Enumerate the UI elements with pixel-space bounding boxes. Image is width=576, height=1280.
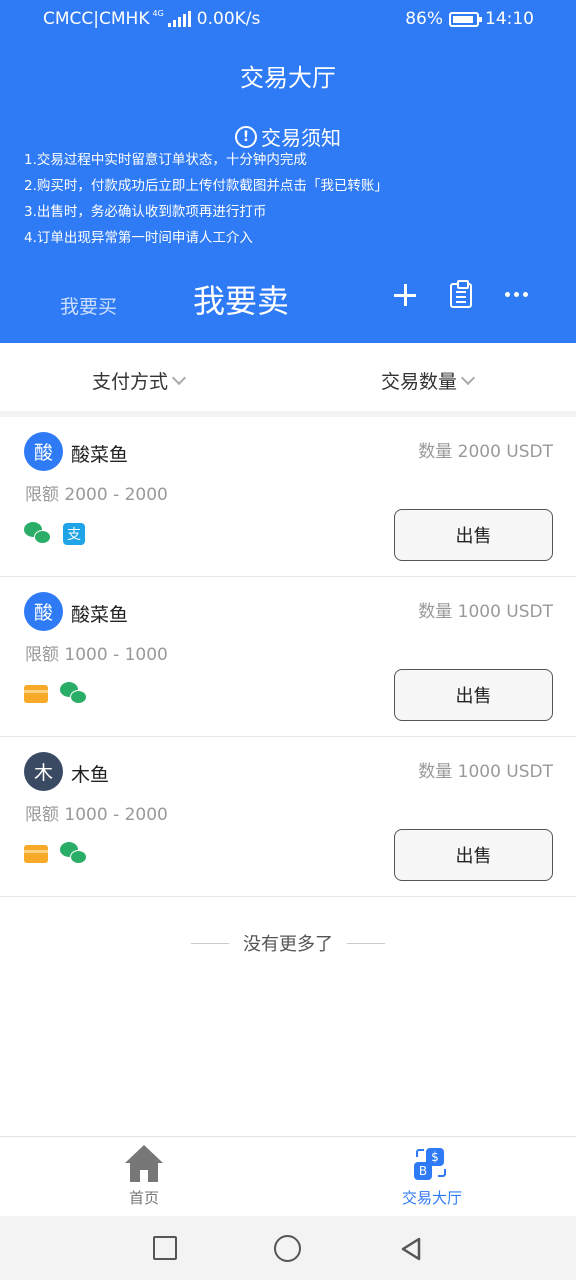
chevron-down-icon [460,370,476,386]
alipay-icon: 支 [63,523,85,545]
tab-buy[interactable]: 我要买 [60,292,117,319]
network-speed-text: 0.00K/s [196,9,261,29]
recent-apps-icon[interactable] [153,1236,177,1260]
end-of-list-note: 没有更多了 [0,930,576,956]
network-type-text: 4G [152,9,164,18]
clipboard-orders-icon[interactable] [450,280,472,308]
divider [347,942,385,944]
bank-card-icon [24,845,48,863]
home-button-icon[interactable] [274,1235,301,1262]
trade-quantity-filter[interactable]: 交易数量 [381,367,476,394]
payment-icons [24,842,87,866]
avatar: 木 [24,752,63,791]
alert-circle-icon: ! [235,125,257,148]
seller-name: 酸菜鱼 [71,444,129,466]
header: CMCC|CMHK 4G 0.00K/s 86% 14:10 交易大厅 ! 交易… [0,0,576,343]
back-icon[interactable] [398,1236,424,1262]
seller-name: 木鱼 [71,764,110,786]
status-left: CMCC|CMHK 4G 0.00K/s [43,9,260,29]
limit-text: 限额 1000 - 1000 [25,645,168,665]
home-icon [125,1145,163,1185]
bank-card-icon [24,685,48,703]
limit-text: 限额 2000 - 2000 [25,485,168,505]
nav-home-label: 首页 [128,1189,159,1207]
listing-card: 酸 酸菜鱼 数量 2000 USDT 限额 2000 - 2000 支 出售 [0,417,576,577]
nav-trading-hall[interactable]: $ B 交易大厅 [362,1145,502,1208]
tab-sell[interactable]: 我要卖 [193,276,289,322]
notice-item: 2.购买时，付款成功后立即上传付款截图并点击「我已转账」 [24,178,388,194]
notice-item: 1.交易过程中实时留意订单状态，十分钟内完成 [24,152,307,168]
avatar: 酸 [24,592,63,631]
listing-card: 酸 酸菜鱼 数量 1000 USDT 限额 1000 - 1000 出售 [0,577,576,737]
battery-icon [449,11,482,27]
battery-percent-text: 86% [405,9,443,29]
end-of-list-text: 没有更多了 [243,934,333,955]
payment-method-label: 支付方式 [92,371,169,393]
status-right: 86% 14:10 [405,9,534,29]
nav-home[interactable]: 首页 [74,1145,214,1208]
quantity-text: 数量 1000 USDT [418,602,553,622]
notice-item: 4.订单出现异常第一时间申请人工介入 [24,230,253,246]
wechat-pay-icon [24,522,51,546]
chevron-down-icon [171,370,187,386]
limit-text: 限额 1000 - 2000 [25,805,168,825]
filter-bar: 支付方式 交易数量 [0,343,576,411]
quantity-text: 数量 1000 USDT [418,762,553,782]
carrier-text: CMCC|CMHK [43,9,150,29]
payment-icons: 支 [24,522,85,546]
page-title: 交易大厅 [240,64,336,92]
bottom-nav: 首页 $ B 交易大厅 [0,1136,576,1216]
quantity-text: 数量 2000 USDT [418,442,553,462]
divider [191,942,229,944]
avatar: 酸 [24,432,63,471]
wechat-pay-icon [60,842,87,866]
system-nav-bar [0,1216,576,1280]
nav-trading-hall-label: 交易大厅 [401,1189,462,1207]
sell-button[interactable]: 出售 [394,669,553,721]
notice-item: 3.出售时，务必确认收到款项再进行打币 [24,204,267,220]
sell-button[interactable]: 出售 [394,829,553,881]
wechat-pay-icon [60,682,87,706]
trade-quantity-label: 交易数量 [381,371,458,393]
trade-tabs: 我要买 我要卖 [0,270,576,330]
clock-text: 14:10 [485,9,534,29]
sell-button[interactable]: 出售 [394,509,553,561]
seller-name: 酸菜鱼 [71,604,129,626]
more-icon[interactable] [505,292,528,297]
notice-list: 1.交易过程中实时留意订单状态，十分钟内完成 2.购买时，付款成功后立即上传付款… [24,147,564,251]
status-bar: CMCC|CMHK 4G 0.00K/s 86% 14:10 [0,0,576,40]
payment-icons [24,682,87,706]
add-icon[interactable] [392,282,418,308]
currency-exchange-icon: $ B [412,1145,452,1185]
payment-method-filter[interactable]: 支付方式 [92,367,187,394]
listing-card: 木 木鱼 数量 1000 USDT 限额 1000 - 2000 出售 [0,737,576,897]
signal-icon [167,11,191,27]
